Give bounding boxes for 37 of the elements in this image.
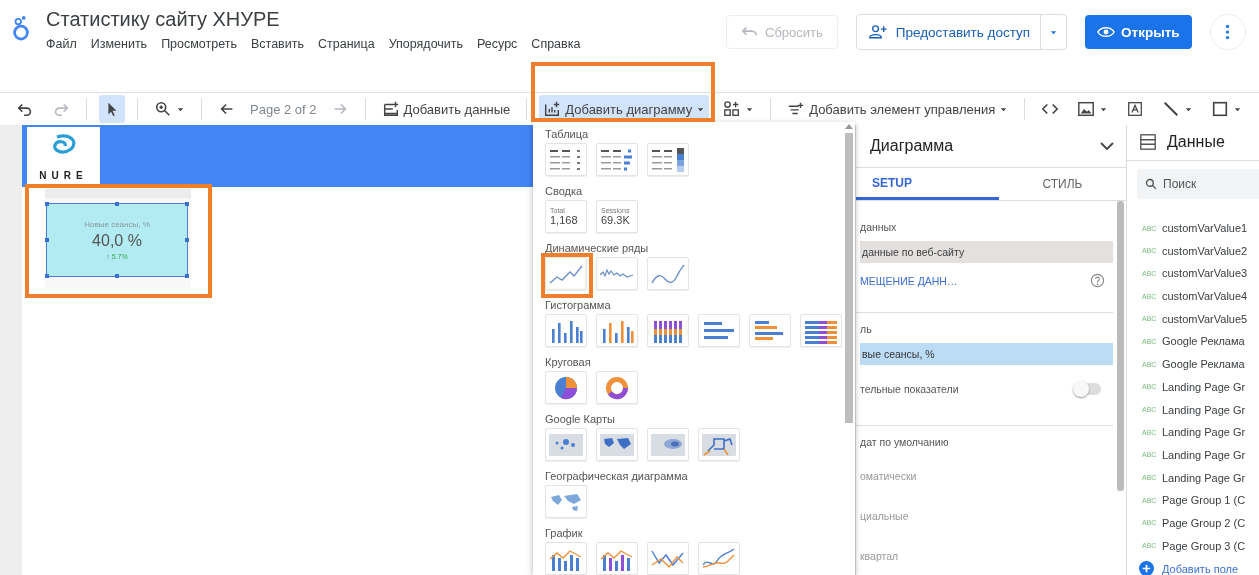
menu-section-title: Круговая: [545, 356, 591, 370]
menu-item[interactable]: Файл: [46, 37, 77, 51]
page-indicator: Page 2 of 2: [250, 101, 317, 117]
menu-section-title: Гистограмма: [545, 299, 611, 313]
menu-item[interactable]: Упорядочить: [388, 37, 464, 51]
add-control-button[interactable]: Добавить элемент управления: [783, 95, 1013, 123]
menu-section-title: Таблица: [545, 128, 589, 142]
report-title[interactable]: Статистику сайту ХНУРЕ: [46, 8, 280, 31]
menu-item[interactable]: Просмотреть: [161, 37, 237, 51]
logo-text: NURE: [39, 170, 88, 181]
panel-tab[interactable]: СТИЛЬ: [999, 168, 1126, 200]
menu-item[interactable]: Ресурс: [477, 37, 518, 51]
data-source-field[interactable]: данные по веб-сайту: [860, 241, 1113, 263]
option-label: тельные показатели: [860, 383, 959, 395]
section-label: ль: [860, 322, 873, 337]
blend-data-link[interactable]: МЕЩЕНИЕ ДАНН…: [860, 274, 958, 287]
menu-item[interactable]: Вставить: [251, 37, 304, 51]
scorecard-value: 40,0 %: [92, 232, 142, 250]
share-button[interactable]: Предоставить доступ: [855, 14, 1068, 50]
section-label: дат по умолчанию: [860, 435, 950, 450]
panel-title: Диаграмма: [870, 137, 954, 156]
metric-chip[interactable]: вые сеансы, %: [860, 343, 1113, 365]
menu-section-title: Динамические ряды: [545, 242, 649, 256]
menu-item[interactable]: Изменить: [90, 37, 148, 51]
add-field-button[interactable]: Добавить поле: [1139, 561, 1259, 575]
menu-section-title: Сводка: [545, 185, 583, 199]
section-label: данных: [860, 220, 898, 235]
menu-item[interactable]: Справка: [531, 37, 581, 51]
menu-section-title: Google Карты: [545, 413, 615, 427]
menu-section-title: График: [545, 527, 583, 541]
scorecard-label: Новые сеансы, %: [84, 220, 150, 229]
panel-title: Данные: [1167, 133, 1225, 152]
menu-item[interactable]: Страница: [318, 37, 375, 51]
open-button[interactable]: Открыть: [1085, 15, 1192, 49]
search-field[interactable]: Поиск: [1137, 168, 1259, 199]
menu-section-title: Географическая диаграмма: [545, 470, 688, 484]
add-data-button[interactable]: Добавить данные: [377, 95, 515, 123]
